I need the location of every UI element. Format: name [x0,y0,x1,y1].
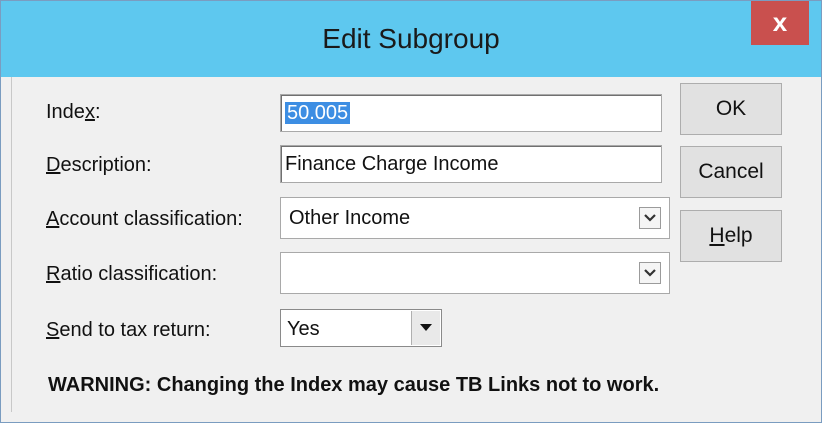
ratio-classification-select[interactable] [280,252,670,294]
close-button[interactable]: x [751,1,809,45]
account-classification-value: Other Income [289,207,411,229]
account-classification-select[interactable]: Other Income [280,197,670,239]
ratio-classification-label: Ratio classification: [46,263,218,285]
dialog-window: Edit Subgroup x Index: 50.005 Descriptio… [0,0,822,423]
dialog-title: Edit Subgroup [322,23,500,54]
description-label: Description: [46,154,152,176]
index-input[interactable]: 50.005 [280,94,662,132]
description-value: Finance Charge Income [285,153,499,175]
account-classification-label: Account classification: [46,208,243,230]
send-to-tax-return-value: Yes [287,318,320,340]
cancel-button[interactable]: Cancel [680,146,782,198]
triangle-down-icon[interactable] [411,311,440,345]
chevron-down-icon[interactable] [639,207,661,229]
description-input[interactable]: Finance Charge Income [280,145,662,183]
chevron-down-icon[interactable] [639,262,661,284]
dialog-body: Index: 50.005 Description: Finance Charg… [11,77,812,412]
title-bar[interactable]: Edit Subgroup x [1,1,821,77]
help-button[interactable]: Help [680,210,782,262]
ok-button[interactable]: OK [680,83,782,135]
index-value: 50.005 [285,102,351,124]
send-to-tax-return-label: Send to tax return: [46,319,211,341]
index-label: Index: [46,101,101,123]
index-change-warning: WARNING: Changing the Index may cause TB… [48,374,660,396]
close-icon: x [772,7,788,37]
send-to-tax-return-select[interactable]: Yes [280,309,442,347]
